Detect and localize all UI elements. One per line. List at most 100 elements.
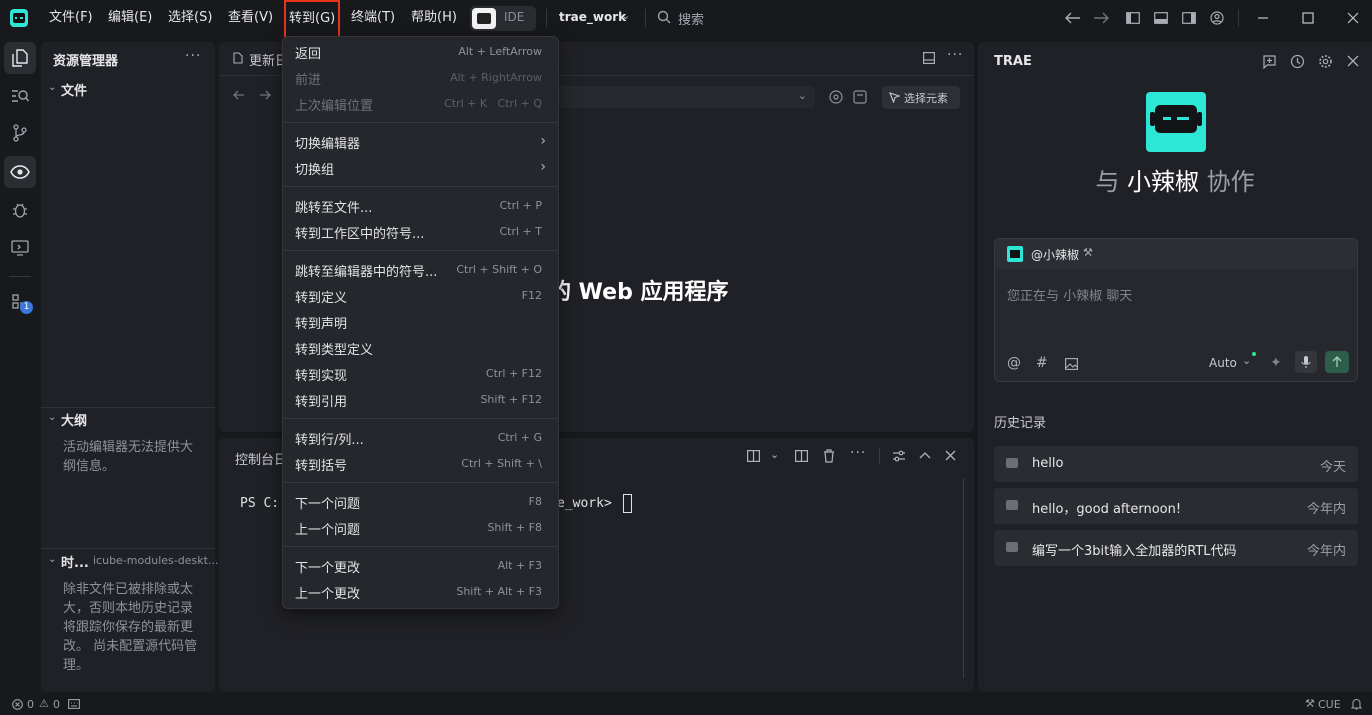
toggle-secondary-sidebar-icon[interactable] [1178,7,1200,29]
menu-goto[interactable]: 转到(G) [284,0,341,40]
workspace-name[interactable]: trae_work [559,10,626,24]
menu-item-goto-line[interactable]: 转到行/列... Ctrl + G [283,425,558,451]
menu-item-goto-bracket[interactable]: 转到括号 Ctrl + Shift + \ [283,451,558,477]
terminal-settings-icon[interactable] [892,450,906,462]
tools-icon[interactable]: ⚒ [1083,246,1093,259]
toggle-panel-icon[interactable] [1150,7,1172,29]
toggle-sidebar-icon[interactable] [1122,7,1144,29]
warning-count[interactable]: 0 [53,698,60,711]
keyboard-icon[interactable] [68,699,80,709]
menu-item-prev-problem[interactable]: 上一个问题 Shift + F8 [283,515,558,541]
menu-item-goto-implementation[interactable]: 转到实现 Ctrl + F12 [283,361,558,387]
menu-item-goto-definition[interactable]: 转到定义 F12 [283,283,558,309]
status-right-label[interactable]: CUE [1318,698,1341,711]
devtools-icon[interactable] [853,90,867,104]
menu-item-goto-workspace-symbol[interactable]: 转到工作区中的符号... Ctrl + T [283,219,558,245]
chevron-down-icon[interactable]: ⌄ [48,82,56,93]
menu-help[interactable]: 帮助(H) [407,7,461,29]
preview-eye-icon[interactable] [4,156,36,188]
more-actions-icon[interactable]: ··· [850,445,866,461]
source-control-icon[interactable] [4,117,36,149]
outline-section-header[interactable]: 大纲 [61,410,87,429]
history-item[interactable]: hello，good afternoon! 今年内 [994,488,1358,524]
microphone-icon[interactable] [1295,351,1317,373]
chevron-down-icon[interactable]: ⌄ [770,448,779,461]
send-button[interactable] [1325,351,1349,373]
mention-at-icon[interactable]: @ [1007,355,1021,371]
menu-item-switch-group[interactable]: 切换组 › [283,155,558,181]
history-icon[interactable] [1290,54,1305,69]
notification-bell-icon[interactable] [1351,698,1362,710]
history-item[interactable]: hello 今天 [994,446,1358,482]
agent-mention[interactable]: @小辣椒 [1031,246,1079,263]
mode-switch[interactable]: IDE [470,6,536,31]
menu-item-last-edit[interactable]: 上次编辑位置 Ctrl + K Ctrl + Q [283,91,558,117]
menu-file[interactable]: 文件(F) [45,7,97,29]
chat-input-box[interactable]: @小辣椒 ⚒ 您正在与 小辣椒 聊天 @ # Auto ⌄ ✦ [994,238,1358,382]
menu-item-goto-type-definition[interactable]: 转到类型定义 [283,335,558,361]
nav-back-icon[interactable] [1062,7,1084,29]
more-actions-icon[interactable]: ··· [947,47,963,63]
menu-edit[interactable]: 编辑(E) [104,7,156,29]
more-actions-icon[interactable]: ··· [185,48,201,64]
error-count[interactable]: 0 [27,698,34,711]
menu-item-goto-declaration[interactable]: 转到声明 [283,309,558,335]
menu-item-forward[interactable]: 前进 Alt + RightArrow [283,65,558,91]
search-files-icon[interactable] [4,80,36,112]
layout-icon[interactable] [795,450,808,462]
panel-tab-console[interactable]: 控制台日 [235,449,287,468]
close-window-icon[interactable] [1342,7,1364,29]
split-editor-icon[interactable] [923,52,935,64]
menu-item-prev-change[interactable]: 上一个更改 Shift + Alt + F3 [283,579,558,605]
sparkle-icon[interactable]: ✦ [1270,355,1282,371]
menu-item-back[interactable]: 返回 Alt + LeftArrow [283,39,558,65]
split-terminal-icon[interactable] [747,450,760,462]
menu-item-goto-file[interactable]: 跳转至文件... Ctrl + P [283,193,558,219]
browser-back-icon[interactable] [233,90,245,100]
menu-item-goto-editor-symbol[interactable]: 跳转至编辑器中的符号... Ctrl + Shift + O [283,257,558,283]
trash-icon[interactable] [823,449,835,463]
search-icon[interactable] [657,10,671,24]
image-upload-icon[interactable] [1065,358,1078,370]
search-input[interactable]: 搜索 [678,9,704,28]
menu-item-goto-references[interactable]: 转到引用 Shift + F12 [283,387,558,413]
browser-forward-icon[interactable] [259,90,271,100]
solo-mode-icon[interactable] [472,8,496,29]
menu-view[interactable]: 查看(V) [224,7,277,29]
remote-explorer-icon[interactable] [4,232,36,264]
menu-item-next-change[interactable]: 下一个更改 Alt + F3 [283,553,558,579]
settings-gear-icon[interactable] [1318,54,1333,69]
close-chat-icon[interactable] [1347,55,1359,67]
maximize-icon[interactable] [1297,7,1319,29]
compass-icon[interactable] [829,90,843,104]
chevron-down-icon[interactable]: ⌄ [798,89,807,102]
ide-mode-label[interactable]: IDE [504,10,524,24]
chevron-down-icon[interactable]: ⌄ [1242,354,1251,367]
nav-forward-icon[interactable] [1090,7,1112,29]
files-section-header[interactable]: 文件 [61,80,87,99]
new-chat-icon[interactable] [1262,54,1277,69]
timeline-section-header[interactable]: 时... [61,552,89,571]
warning-icon[interactable]: ⚠ [39,697,49,710]
close-panel-icon[interactable] [945,450,956,461]
menu-item-switch-editor[interactable]: 切换编辑器 › [283,129,558,155]
select-element-button[interactable]: 选择元素 [882,86,960,109]
chevron-down-icon[interactable]: ⌄ [48,412,56,423]
history-item[interactable]: 编写一个3bit输入全加器的RTL代码 今年内 [994,530,1358,566]
chevron-down-icon[interactable]: ⌄ [48,554,56,565]
url-input[interactable]: ⌄ [549,86,815,108]
menu-item-next-problem[interactable]: 下一个问题 F8 [283,489,558,515]
tools-icon[interactable]: ⚒ [1305,697,1315,710]
error-icon[interactable] [12,699,23,710]
account-icon[interactable] [1206,7,1228,29]
chevron-down-icon[interactable]: ⌄ [621,9,630,22]
debug-icon[interactable] [4,194,36,226]
hash-context-icon[interactable]: # [1036,355,1048,371]
terminal-scrollbar[interactable] [963,478,964,678]
chat-input-placeholder[interactable]: 您正在与 小辣椒 聊天 [1007,285,1132,304]
explorer-icon[interactable] [4,42,36,74]
maximize-panel-icon[interactable] [919,451,931,459]
menu-selection[interactable]: 选择(S) [164,7,216,29]
menu-terminal[interactable]: 终端(T) [347,7,399,29]
model-selector[interactable]: Auto [1209,356,1237,370]
